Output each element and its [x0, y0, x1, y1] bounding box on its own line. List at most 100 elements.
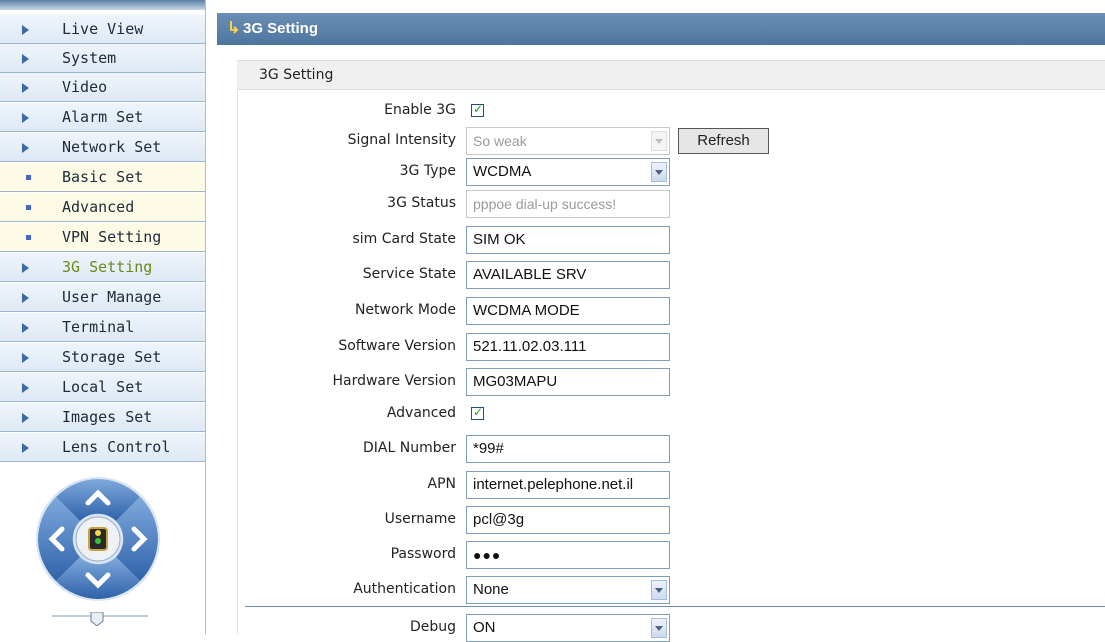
password-input[interactable]: ●●● — [466, 541, 670, 569]
sidebar-item-alarm-set[interactable]: Alarm Set — [0, 103, 205, 132]
triangle-bullet-icon — [22, 143, 29, 153]
sidebar-item-local-set[interactable]: Local Set — [0, 373, 205, 402]
3g-status-row: 3G Status pppoe dial-up success! — [237, 190, 1105, 218]
chevron-down-icon — [651, 618, 667, 638]
traffic-light-icon[interactable] — [75, 516, 121, 562]
dial-number-input[interactable]: *99# — [466, 435, 670, 463]
sidebar-item-advanced[interactable]: Advanced — [0, 193, 205, 222]
hardware-version-field: MG03MAPU — [466, 368, 670, 396]
square-bullet-icon — [26, 235, 31, 240]
sidebar-item-label: Storage Set — [62, 348, 162, 366]
dial-number-row: DIAL Number *99# — [237, 435, 1105, 463]
sidebar-item-label: Local Set — [62, 378, 144, 396]
software-version-row: Software Version 521.11.02.03.111 — [237, 333, 1105, 361]
sidebar-item-label: Live View — [62, 20, 144, 38]
sidebar-item-label: Advanced — [62, 198, 135, 216]
username-row: Username pcl@3g — [237, 506, 1105, 534]
apn-input[interactable]: internet.pelephone.net.il — [466, 471, 670, 499]
triangle-bullet-icon — [22, 25, 29, 35]
hardware-version-label: Hardware Version — [332, 373, 456, 389]
triangle-bullet-icon — [22, 83, 29, 93]
zoom-slider[interactable] — [52, 612, 148, 626]
debug-row: Debug ON — [237, 614, 1105, 642]
triangle-bullet-icon — [22, 293, 29, 303]
3g-type-label: 3G Type — [399, 163, 456, 179]
page-title: 3G Setting — [243, 20, 319, 37]
debug-select[interactable]: ON — [466, 614, 670, 642]
sidebar-item-storage-set[interactable]: Storage Set — [0, 343, 205, 372]
sidebar-item-label: System — [62, 49, 117, 67]
debug-label: Debug — [409, 619, 456, 635]
sidebar-item-label: Alarm Set — [62, 108, 144, 126]
network-mode-field: WCDMA MODE — [466, 297, 670, 325]
sidebar-item-user-manage[interactable]: User Manage — [0, 283, 205, 312]
enable-3g-row: Enable 3G — [237, 97, 1105, 125]
sidebar: Live View System Video Alarm Set Network… — [0, 0, 206, 634]
signal-intensity-value: So weak — [473, 133, 527, 149]
arrow-right-icon: ↳ — [227, 20, 241, 37]
service-state-label: Service State — [362, 266, 456, 282]
sidebar-item-images-set[interactable]: Images Set — [0, 403, 205, 432]
debug-value: ON — [473, 619, 496, 636]
service-state-field: AVAILABLE SRV — [466, 261, 670, 289]
enable-3g-checkbox[interactable] — [471, 102, 484, 117]
software-version-label: Software Version — [338, 338, 456, 354]
advanced-label: Advanced — [386, 405, 456, 421]
sim-card-state-row: sim Card State SIM OK — [237, 226, 1105, 254]
sidebar-item-basic-set[interactable]: Basic Set — [0, 163, 205, 192]
sidebar-item-label: Network Set — [62, 138, 162, 156]
sidebar-item-terminal[interactable]: Terminal — [0, 313, 205, 342]
triangle-bullet-icon — [22, 443, 29, 453]
sidebar-item-label: VPN Setting — [62, 228, 162, 246]
sidebar-item-label: Lens Control — [62, 438, 171, 456]
sidebar-item-label: Video — [62, 78, 108, 96]
sidebar-top-strip — [0, 0, 205, 10]
page-title-bar: ↳ 3G Setting — [217, 13, 1105, 45]
software-version-field: 521.11.02.03.111 — [466, 333, 670, 361]
sim-card-state-label: sim Card State — [352, 231, 456, 247]
sidebar-item-video[interactable]: Video — [0, 73, 205, 102]
sidebar-item-network-set[interactable]: Network Set — [0, 133, 205, 162]
signal-intensity-select[interactable]: So weak — [466, 127, 670, 155]
sidebar-item-label: Terminal — [62, 318, 135, 336]
sidebar-item-system[interactable]: System — [0, 44, 205, 73]
sidebar-item-vpn-setting[interactable]: VPN Setting — [0, 223, 205, 252]
chevron-down-icon — [651, 580, 667, 600]
section-divider — [245, 606, 1105, 607]
sidebar-item-live-view[interactable]: Live View — [0, 15, 205, 44]
authentication-row: Authentication None — [237, 576, 1105, 604]
sidebar-item-label: Images Set — [62, 408, 153, 426]
authentication-select[interactable]: None — [466, 576, 670, 604]
advanced-checkbox[interactable] — [471, 405, 484, 420]
signal-intensity-label: Signal Intensity — [347, 132, 456, 148]
chevron-down-icon — [651, 131, 667, 151]
chevron-down-icon — [651, 162, 667, 182]
service-state-row: Service State AVAILABLE SRV — [237, 261, 1105, 289]
triangle-bullet-icon — [22, 263, 29, 273]
password-row: Password ●●● — [237, 541, 1105, 569]
triangle-bullet-icon — [22, 413, 29, 423]
section-header: 3G Setting — [237, 60, 1105, 90]
refresh-button[interactable]: Refresh — [678, 128, 769, 154]
3g-type-select[interactable]: WCDMA — [466, 158, 670, 186]
advanced-row: Advanced — [237, 400, 1105, 428]
3g-type-row: 3G Type WCDMA — [237, 158, 1105, 186]
square-bullet-icon — [26, 175, 31, 180]
3g-status-field: pppoe dial-up success! — [466, 190, 670, 218]
triangle-bullet-icon — [22, 353, 29, 363]
sidebar-item-3g-setting[interactable]: 3G Setting — [0, 253, 205, 282]
apn-row: APN internet.pelephone.net.il — [237, 471, 1105, 499]
authentication-value: None — [473, 581, 509, 598]
signal-intensity-row: Signal Intensity So weak Refresh — [237, 127, 1105, 155]
enable-3g-label: Enable 3G — [384, 102, 456, 118]
network-mode-label: Network Mode — [354, 302, 456, 318]
dial-number-label: DIAL Number — [363, 440, 456, 456]
triangle-bullet-icon — [22, 383, 29, 393]
sidebar-item-lens-control[interactable]: Lens Control — [0, 433, 205, 462]
username-label: Username — [384, 511, 456, 527]
hardware-version-row: Hardware Version MG03MAPU — [237, 368, 1105, 396]
apn-label: APN — [427, 476, 457, 492]
3g-status-label: 3G Status — [387, 195, 456, 211]
username-input[interactable]: pcl@3g — [466, 506, 670, 534]
triangle-bullet-icon — [22, 113, 29, 123]
